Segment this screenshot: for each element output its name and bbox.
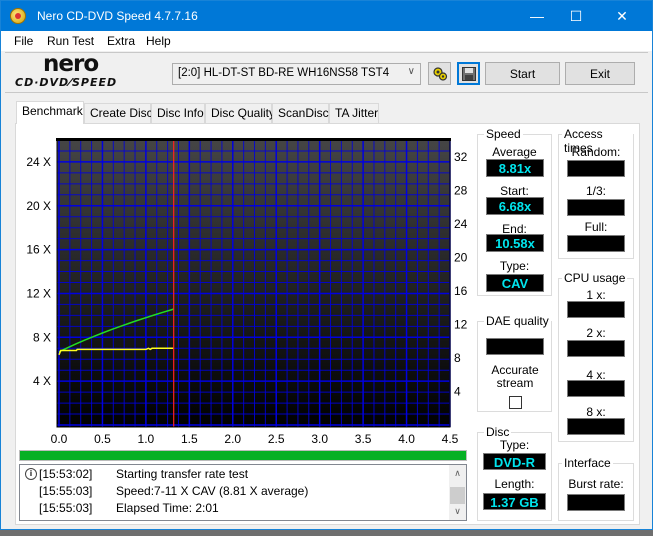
y-tick-label-right: 32 — [454, 150, 468, 164]
cpu-usage-group: CPU usage 1 x: 2 x: 4 x: 8 x: — [558, 271, 634, 442]
one-third-label: 1/3: — [585, 184, 606, 198]
x-tick-label: 1.0 — [138, 432, 155, 446]
one-third-access-value — [567, 199, 625, 216]
y-tick-label-right: 8 — [454, 351, 461, 365]
x-tick-label: 1.5 — [181, 432, 198, 446]
progress-bar — [19, 450, 467, 461]
log-message: Elapsed Time: 2:01 — [116, 501, 219, 515]
speed-group-title: Speed — [484, 127, 523, 141]
full-label: Full: — [584, 220, 608, 234]
cpu-1x-value — [567, 301, 625, 318]
progress-bar-fill — [20, 451, 466, 460]
disc-group-title: Disc — [484, 425, 512, 439]
x-tick-label: 2.0 — [224, 432, 241, 446]
start-label: Start: — [500, 184, 529, 198]
y-tick-label-right: 4 — [454, 384, 461, 398]
tab-benchmark[interactable]: Benchmark — [16, 101, 84, 124]
disc-group: Disc Type: DVD-R Length: 1.37 GB — [477, 425, 552, 521]
disc-length-value: 1.37 GB — [483, 493, 546, 510]
y-tick-label-left: 12 X — [26, 286, 51, 300]
random-label: Random: — [571, 145, 621, 159]
cpu-8x-label: 8 x: — [586, 405, 606, 419]
y-tick-label-left: 4 X — [33, 374, 51, 388]
average-label: Average — [492, 145, 537, 159]
speed-type-value: CAV — [486, 274, 544, 292]
y-tick-label-right: 20 — [454, 250, 468, 264]
type-label: Type: — [499, 259, 530, 273]
app-window: Nero CD-DVD Speed 4.7.7.16 — ☐ ✕ File Ru… — [0, 0, 653, 530]
burst-rate-value — [567, 494, 625, 511]
scroll-thumb[interactable] — [450, 487, 465, 504]
y-tick-label-left: 24 X — [26, 155, 51, 169]
log-time: [15:55:03] — [39, 501, 93, 515]
y-tick-label-right: 28 — [454, 183, 468, 197]
scroll-up-icon[interactable]: ∧ — [449, 465, 466, 482]
scroll-down-icon[interactable]: ∨ — [449, 503, 466, 520]
log-time: [15:55:03] — [39, 484, 93, 498]
full-access-value — [567, 235, 625, 252]
x-axis: 0.0 0.5 1.0 1.5 2.0 2.5 3.0 3.5 4.0 4.5 — [51, 432, 459, 446]
cpu-usage-title: CPU usage — [562, 271, 628, 285]
y-tick-label-right: 24 — [454, 217, 468, 231]
dae-quality-title: DAE quality — [484, 314, 551, 328]
y-tick-label-right: 16 — [454, 284, 468, 298]
cpu-2x-label: 2 x: — [586, 326, 606, 340]
cpu-4x-value — [567, 380, 625, 397]
disc-type-label: Type: — [499, 438, 530, 452]
cpu-1x-label: 1 x: — [586, 288, 606, 302]
x-tick-label: 0.5 — [94, 432, 111, 446]
x-tick-label: 3.5 — [355, 432, 372, 446]
end-speed-value: 10.58x — [486, 234, 544, 252]
x-tick-label: 0.0 — [51, 432, 68, 446]
random-access-value — [567, 160, 625, 177]
x-tick-label: 4.5 — [442, 432, 459, 446]
interface-title: Interface — [562, 456, 613, 470]
y-tick-label-right: 12 — [454, 317, 468, 331]
interface-group: Interface Burst rate: — [558, 456, 634, 521]
x-tick-label: 4.0 — [398, 432, 415, 446]
disc-length-label: Length: — [494, 477, 535, 491]
log-message: Speed:7-11 X CAV (8.81 X average) — [116, 484, 309, 498]
y-tick-label-left: 8 X — [33, 330, 51, 344]
dae-quality-value — [486, 338, 544, 355]
disc-type-value: DVD-R — [483, 453, 546, 470]
accurate-stream-label: Accurate stream — [491, 363, 539, 390]
start-speed-value: 6.68x — [486, 197, 544, 215]
benchmark-chart: 4 X 8 X 12 X 16 X 20 X 24 X 4 8 12 16 20 24 28 32 0.… — [26, 138, 468, 446]
plot-top-border — [56, 138, 451, 141]
cpu-8x-value — [567, 418, 625, 435]
speed-group: Speed Average 8.81x Start: 6.68x End: 10… — [477, 127, 552, 296]
log-scrollbar[interactable]: ∧ ∨ — [449, 465, 466, 520]
log-row: i [15:53:02] Starting transfer rate test — [20, 465, 450, 482]
average-speed-value: 8.81x — [486, 159, 544, 177]
log-row: [15:55:03] Speed:7-11 X CAV (8.81 X aver… — [20, 482, 450, 499]
log-list[interactable]: i [15:53:02] Starting transfer rate test… — [19, 464, 467, 521]
x-tick-label: 2.5 — [268, 432, 285, 446]
y-axis-right: 4 8 12 16 20 24 28 32 — [454, 150, 468, 399]
y-tick-label-left: 16 X — [26, 243, 51, 257]
accurate-stream-checkbox[interactable] — [509, 396, 522, 409]
y-tick-label-left: 20 X — [26, 199, 51, 213]
cpu-2x-value — [567, 340, 625, 357]
access-times-group: Access times Random: 1/3: Full: — [558, 127, 634, 259]
log-time: [15:53:02] — [39, 467, 93, 481]
dae-quality-group: DAE quality Accurate stream — [477, 314, 552, 412]
info-icon: i — [25, 468, 37, 480]
log-row: [15:55:03] Elapsed Time: 2:01 — [20, 499, 450, 516]
plot-background — [57, 140, 450, 427]
x-tick-label: 3.0 — [311, 432, 328, 446]
log-message: Starting transfer rate test — [116, 467, 249, 481]
burst-rate-label: Burst rate: — [568, 477, 624, 491]
y-axis-left: 4 X 8 X 12 X 16 X 20 X 24 X — [26, 155, 51, 388]
